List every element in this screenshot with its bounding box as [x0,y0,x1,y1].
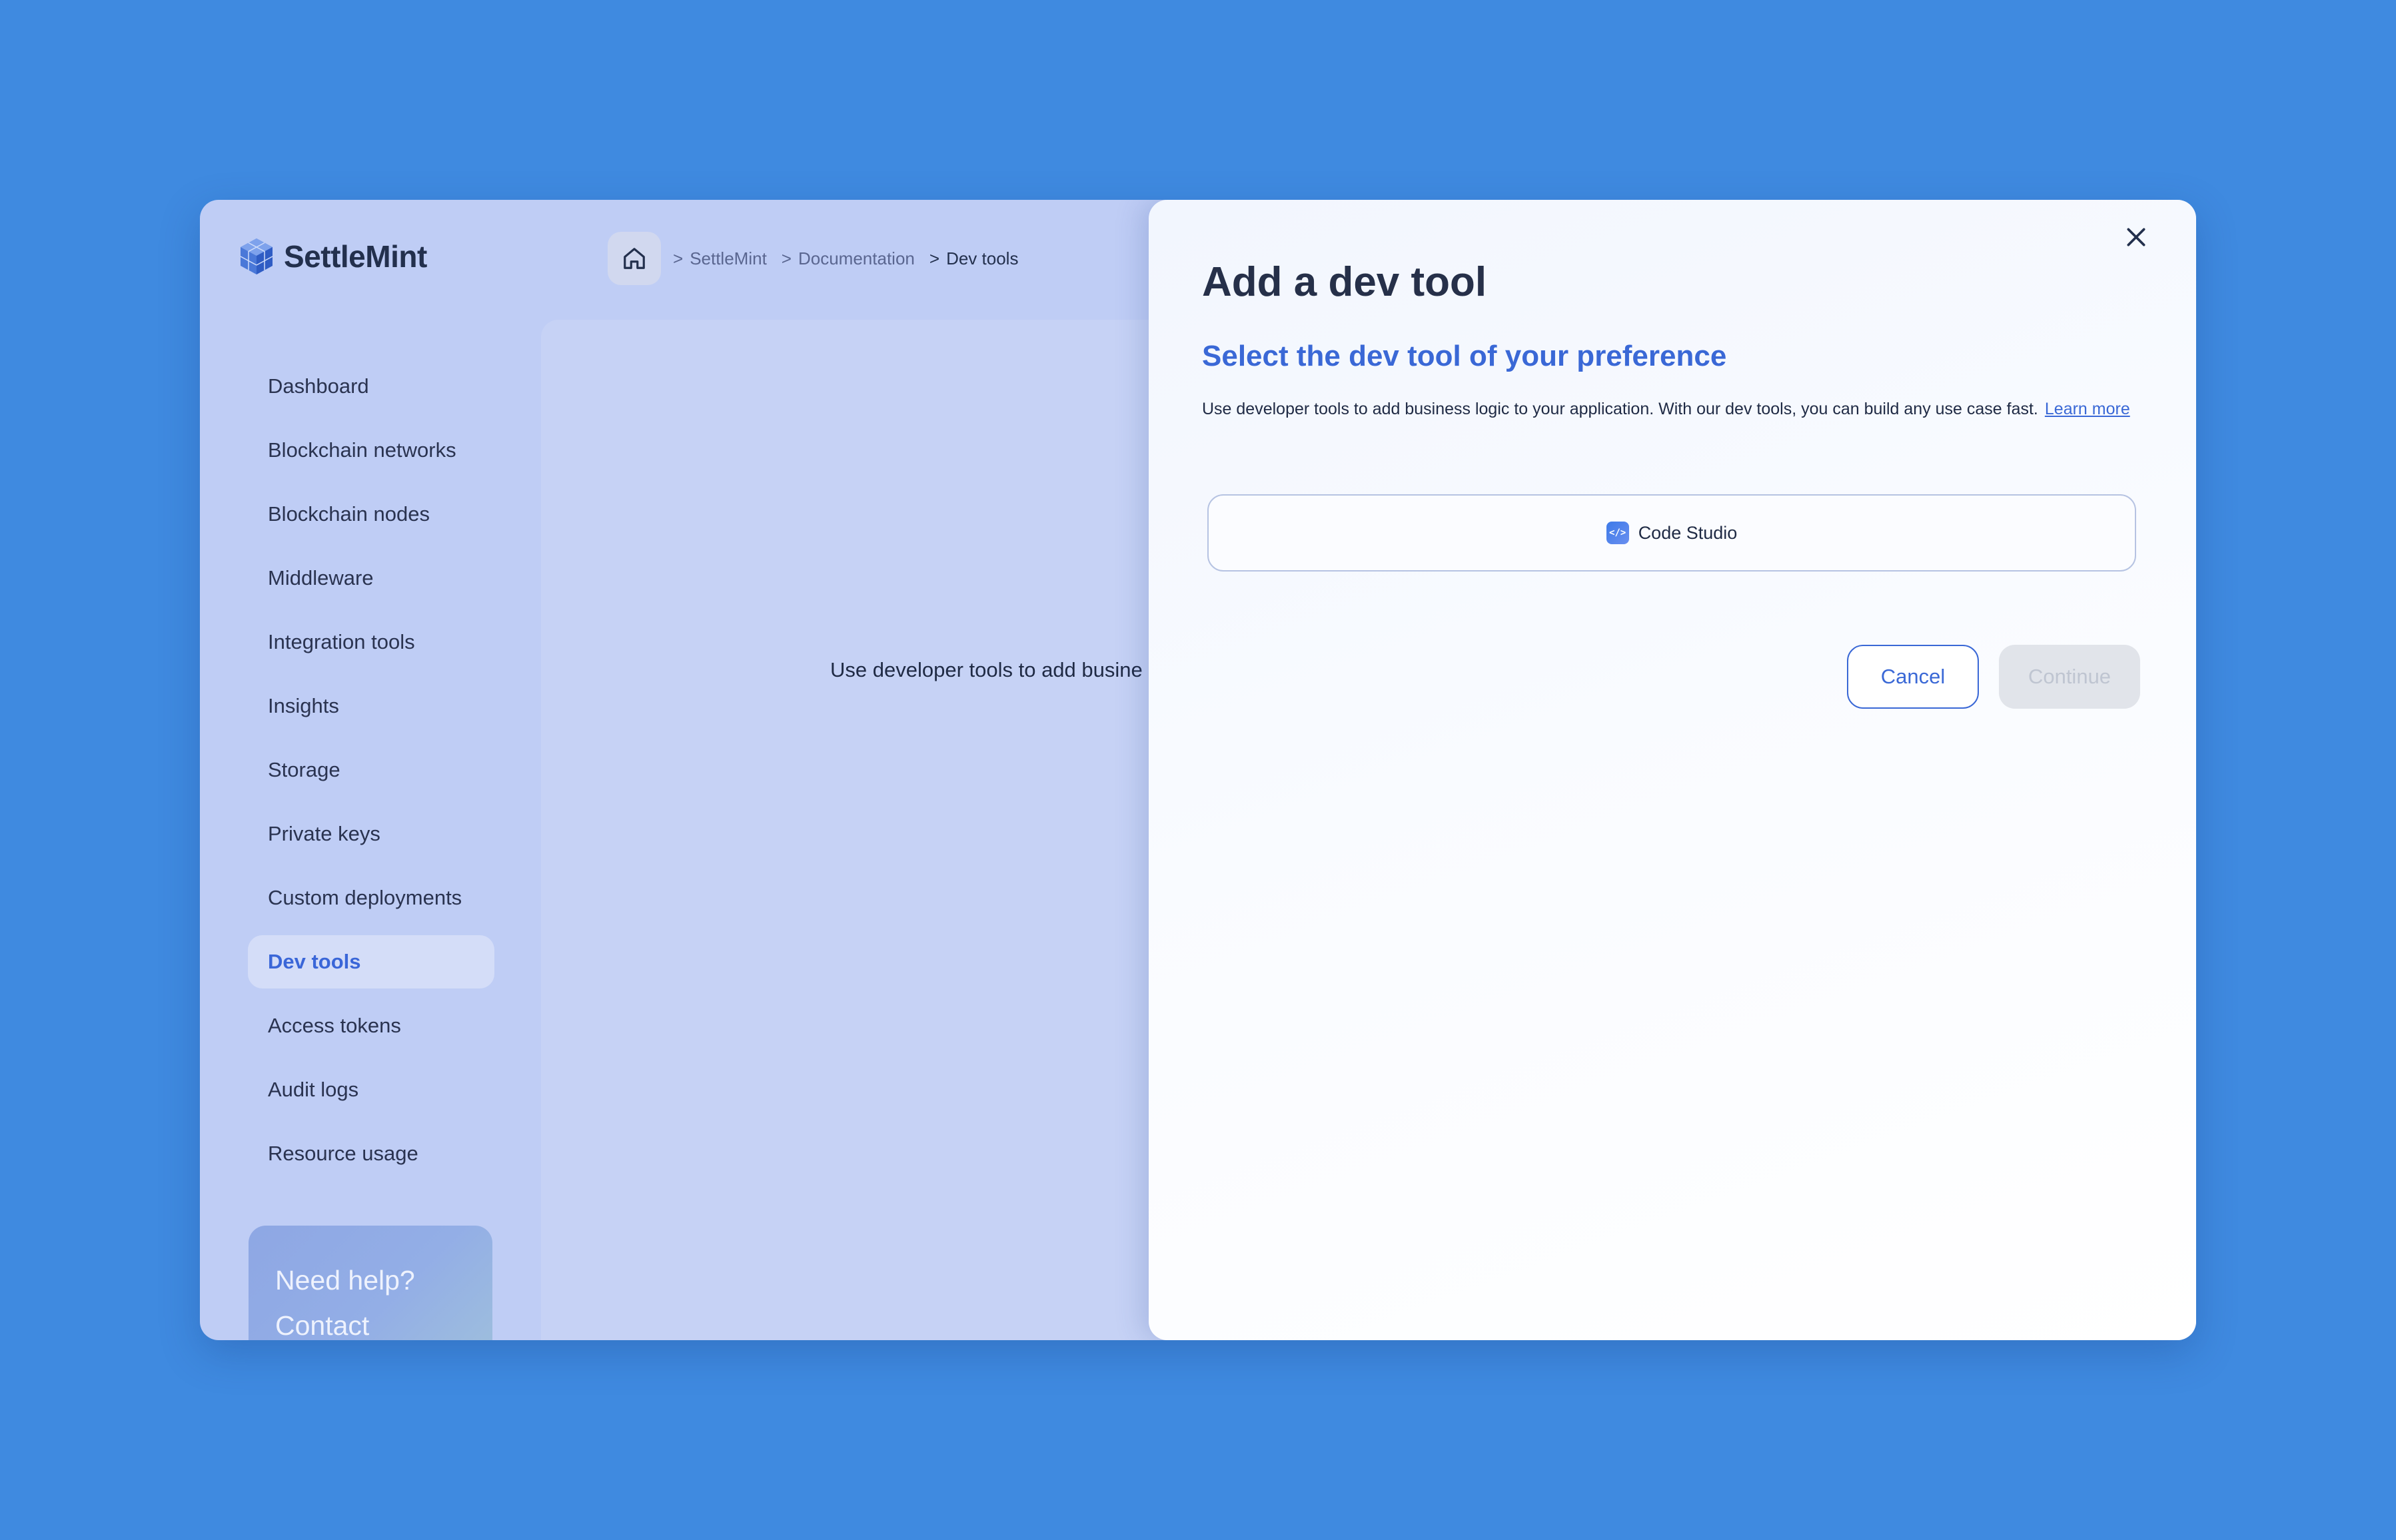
sidebar-item-custom-deployments[interactable]: Custom deployments [248,871,494,925]
sidebar-nav: Dashboard Blockchain networks Blockchain… [248,360,494,1191]
home-icon [624,248,645,269]
breadcrumb-label: SettleMint [690,248,767,268]
sidebar-item-resource-usage[interactable]: Resource usage [248,1127,494,1180]
code-icon: </> [1606,522,1629,544]
sidebar-item-middleware[interactable]: Middleware [248,552,494,605]
dev-tool-option-code-studio[interactable]: </> Code Studio [1207,494,2136,572]
drawer-description-text: Use developer tools to add business logi… [1202,400,2038,418]
app-window: SettleMint > SettleMint > Documentation > D… [200,200,2196,1340]
sidebar-item-storage[interactable]: Storage [248,743,494,797]
breadcrumb-separator: > [929,248,940,268]
breadcrumb-item-settlemint[interactable]: > SettleMint [673,248,767,269]
learn-more-link[interactable]: Learn more [2045,400,2130,418]
sidebar-item-private-keys[interactable]: Private keys [248,807,494,861]
sidebar-item-dashboard[interactable]: Dashboard [248,360,494,413]
cancel-button[interactable]: Cancel [1847,645,1979,709]
help-card-title: Need help? [275,1265,415,1296]
sidebar-item-integration-tools[interactable]: Integration tools [248,615,494,669]
dev-tool-option-label: Code Studio [1638,522,1738,543]
breadcrumb-label: Dev tools [946,248,1019,268]
settlemint-cube-icon [240,238,273,274]
sidebar-item-audit-logs[interactable]: Audit logs [248,1063,494,1116]
breadcrumb-separator: > [673,248,684,268]
continue-button[interactable]: Continue [1999,645,2140,709]
help-card[interactable]: Need help? Contact [249,1226,492,1340]
drawer-title: Add a dev tool [1202,259,1487,305]
breadcrumb: > SettleMint > Documentation > Dev tools [608,232,1033,285]
breadcrumb-item-dev-tools: > Dev tools [929,248,1019,269]
breadcrumb-separator: > [781,248,792,268]
sidebar-item-access-tokens[interactable]: Access tokens [248,999,494,1052]
close-icon [2127,228,2145,246]
brand-name: SettleMint [284,239,427,274]
add-dev-tool-drawer: Add a dev tool Select the dev tool of yo… [1149,200,2196,1340]
main-description: Use developer tools to add busine [830,658,1143,681]
sidebar-item-blockchain-nodes[interactable]: Blockchain nodes [248,488,494,541]
sidebar-item-insights[interactable]: Insights [248,679,494,733]
sidebar-item-dev-tools[interactable]: Dev tools [248,935,494,988]
drawer-description: Use developer tools to add business logi… [1202,396,2148,422]
help-card-contact: Contact [275,1310,370,1340]
drawer-subtitle: Select the dev tool of your preference [1202,340,1727,372]
close-button[interactable] [2116,217,2156,257]
sidebar-item-blockchain-networks[interactable]: Blockchain networks [248,424,494,477]
home-button[interactable] [608,232,661,285]
breadcrumb-item-documentation[interactable]: > Documentation [782,248,915,269]
brand-logo[interactable]: SettleMint [239,237,427,276]
breadcrumb-label: Documentation [798,248,915,268]
